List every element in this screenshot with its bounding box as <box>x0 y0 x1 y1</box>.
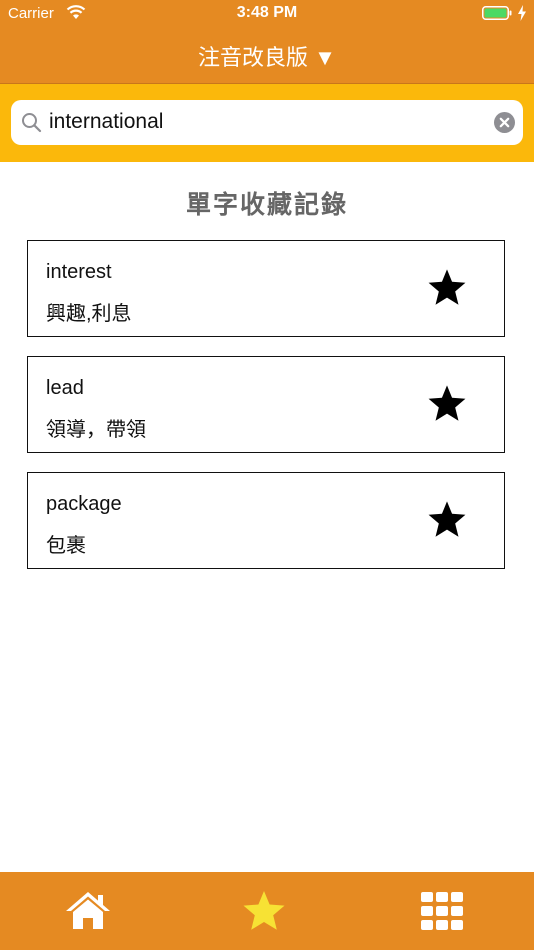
charging-bolt-icon <box>518 5 526 21</box>
star-icon <box>243 891 285 930</box>
navigation-bar: 注音改良版 ▼ <box>0 27 534 84</box>
clear-search-icon[interactable] <box>494 112 515 133</box>
star-icon[interactable] <box>426 384 468 424</box>
tab-more[interactable] <box>418 889 466 933</box>
meaning-label: 領導，帶領 <box>46 419 146 441</box>
tab-home[interactable] <box>64 889 112 933</box>
meaning-label: 興趣,利息 <box>46 303 132 325</box>
favorite-word-card[interactable]: package 包裹 <box>27 472 505 569</box>
battery-icon <box>482 6 512 20</box>
grid-icon <box>421 892 463 930</box>
star-icon[interactable] <box>426 268 468 308</box>
status-bar: Carrier 3:48 PM <box>0 0 534 27</box>
search-bar[interactable] <box>11 100 523 145</box>
tab-bar <box>0 872 534 950</box>
meaning-label: 包裹 <box>46 535 86 557</box>
search-input[interactable] <box>49 110 479 134</box>
page-title: 單字收藏記錄 <box>185 191 348 219</box>
search-area <box>0 84 534 162</box>
word-label: lead <box>46 377 84 399</box>
star-icon[interactable] <box>426 500 468 540</box>
home-icon <box>66 892 110 929</box>
word-label: interest <box>46 261 112 283</box>
favorite-word-card[interactable]: interest 興趣,利息 <box>27 240 505 337</box>
word-label: package <box>46 493 122 515</box>
favorite-word-card[interactable]: lead 領導，帶領 <box>27 356 505 453</box>
search-icon <box>22 113 42 133</box>
tab-favorites[interactable] <box>240 889 288 933</box>
status-time: 3:48 PM <box>236 4 298 21</box>
dictionary-selector-button[interactable]: 注音改良版 ▼ <box>0 40 534 72</box>
